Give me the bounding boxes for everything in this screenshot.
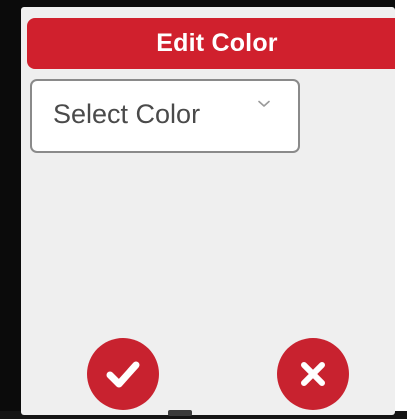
frame-edge [395,0,407,419]
color-select[interactable]: Select Color [30,79,300,153]
edit-color-dialog: Edit Color Select Color [21,7,395,415]
check-icon [106,361,140,388]
chevron-down-icon [258,100,270,107]
dialog-title: Edit Color [156,29,278,57]
nav-bar-hint [168,410,192,416]
close-icon [301,362,325,386]
cancel-button[interactable] [277,338,349,410]
color-select-placeholder: Select Color [53,99,201,129]
confirm-button[interactable] [87,338,159,410]
dialog-title-bar: Edit Color [27,18,395,69]
